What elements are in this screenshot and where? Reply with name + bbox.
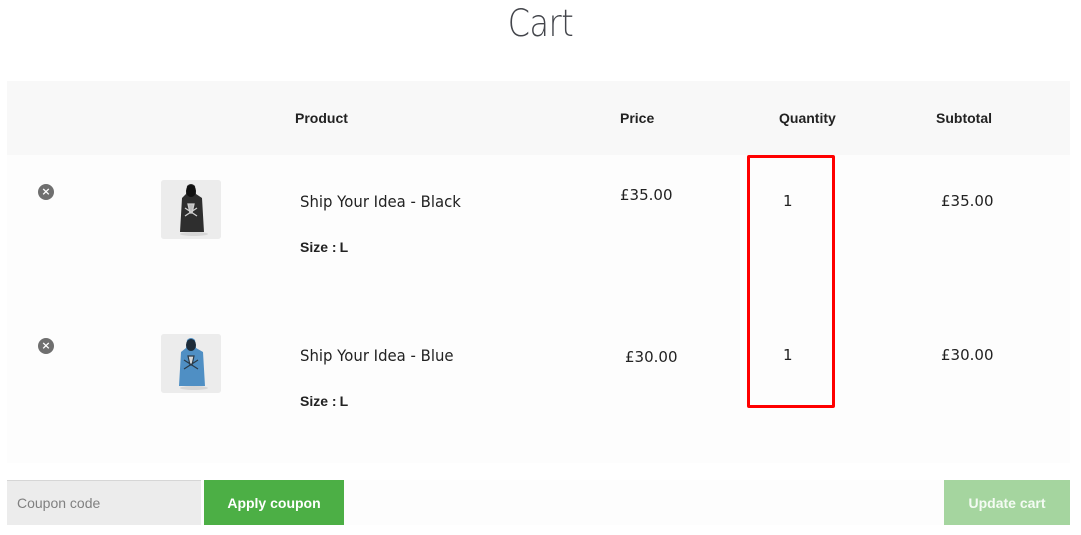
table-header: Product Price Quantity Subtotal bbox=[7, 81, 1070, 155]
product-thumbnail-black-hoodie[interactable] bbox=[161, 180, 221, 239]
cart-table: Product Price Quantity Subtotal × Ship Y… bbox=[7, 81, 1070, 463]
variation-value: L bbox=[339, 393, 349, 409]
table-row: × Ship Your Idea - Blue Size :L £30.00 1… bbox=[7, 309, 1070, 463]
variation-value: L bbox=[339, 239, 349, 255]
blue-hoodie-image bbox=[161, 334, 221, 393]
item-price: £35.00 bbox=[620, 186, 673, 204]
table-body: × Ship Your Idea - Black Size :L £35.00 … bbox=[7, 155, 1070, 463]
update-cart-button[interactable]: Update cart bbox=[944, 480, 1070, 525]
remove-item-icon[interactable]: × bbox=[38, 338, 54, 354]
header-product: Product bbox=[295, 110, 348, 126]
remove-item-icon[interactable]: × bbox=[38, 184, 54, 200]
header-quantity: Quantity bbox=[779, 110, 836, 126]
item-quantity[interactable]: 1 bbox=[783, 346, 793, 364]
table-row: × Ship Your Idea - Black Size :L £35.00 … bbox=[7, 155, 1070, 309]
header-subtotal: Subtotal bbox=[936, 110, 992, 126]
header-price: Price bbox=[620, 110, 655, 126]
black-hoodie-image bbox=[161, 180, 221, 239]
product-name-link[interactable]: Ship Your Idea - Blue bbox=[300, 346, 454, 365]
cart-actions: Apply coupon Update cart bbox=[7, 480, 1070, 525]
page-title: Cart bbox=[507, 2, 574, 45]
variation-label: Size : bbox=[300, 393, 337, 409]
product-name-link[interactable]: Ship Your Idea - Black bbox=[300, 192, 461, 211]
product-variation: Size :L bbox=[300, 239, 348, 255]
item-quantity[interactable]: 1 bbox=[783, 192, 793, 210]
product-variation: Size :L bbox=[300, 393, 348, 409]
item-subtotal: £30.00 bbox=[941, 346, 994, 364]
apply-coupon-button[interactable]: Apply coupon bbox=[204, 480, 344, 525]
variation-label: Size : bbox=[300, 239, 337, 255]
item-price: £30.00 bbox=[625, 348, 678, 366]
product-thumbnail-blue-hoodie[interactable] bbox=[161, 334, 221, 393]
item-subtotal: £35.00 bbox=[941, 192, 994, 210]
coupon-code-input[interactable] bbox=[7, 480, 201, 525]
